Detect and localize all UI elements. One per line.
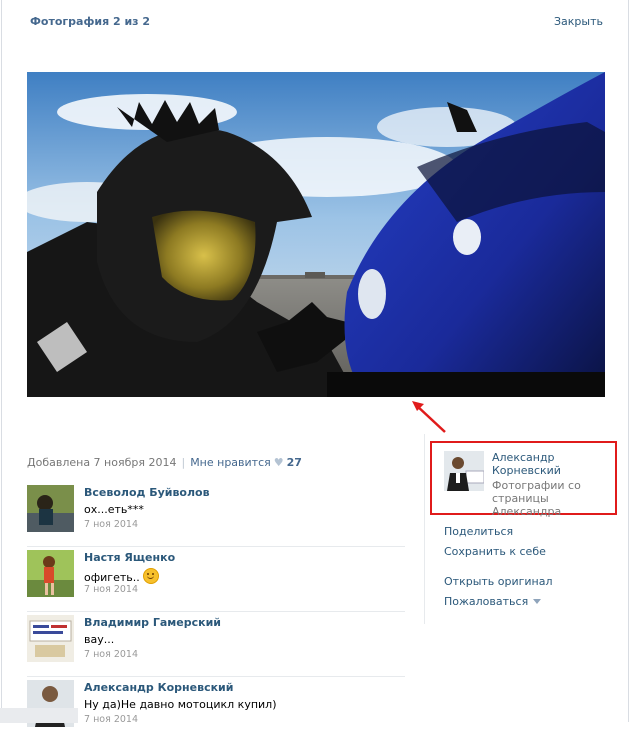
- comment-author[interactable]: Всеволод Буйволов: [84, 486, 210, 499]
- report-link[interactable]: Пожаловаться: [444, 595, 553, 615]
- share-link[interactable]: Поделиться: [444, 525, 553, 545]
- comments-list: Всеволод Буйволов ох...еть*** 7 ноя 2014…: [27, 482, 405, 741]
- comment-author[interactable]: Настя Ященко: [84, 551, 175, 564]
- comment-author[interactable]: Владимир Гамерский: [84, 616, 221, 629]
- like-count[interactable]: 27: [287, 456, 302, 469]
- save-to-self-link[interactable]: Сохранить к себе: [444, 545, 553, 565]
- comment-item: Владимир Гамерский вау... 7 ноя 2014: [27, 612, 405, 677]
- meta-separator: |: [181, 456, 186, 469]
- comment-item: Александр Корневский Ну да)Не давно мото…: [27, 677, 405, 741]
- comment-item: Всеволод Буйволов ох...еть*** 7 ноя 2014: [27, 482, 405, 547]
- bottom-corner-strip: [0, 708, 78, 723]
- column-divider: [424, 434, 425, 624]
- avatar[interactable]: [27, 550, 74, 597]
- open-original-link[interactable]: Открыть оригинал: [444, 575, 553, 595]
- main-photo[interactable]: [27, 72, 605, 397]
- comment-item: Настя Ященко офигеть.. 7 ноя 2014: [27, 547, 405, 612]
- photo-counter-title: Фотография 2 из 2: [30, 15, 151, 28]
- owner-name-link[interactable]: Александр Корневский: [492, 451, 612, 477]
- comment-text: Ну да)Не давно мотоцикл купил): [84, 698, 277, 711]
- smile-emoji: [142, 568, 159, 584]
- added-date: Добавлена 7 ноября 2014: [27, 456, 177, 469]
- owner-avatar[interactable]: [444, 451, 484, 491]
- heart-icon[interactable]: ♥: [274, 456, 284, 469]
- comment-date[interactable]: 7 ноя 2014: [84, 519, 138, 530]
- photo-image: [27, 72, 605, 397]
- like-link[interactable]: Мне нравится: [190, 456, 271, 469]
- comment-text: ох...еть***: [84, 503, 144, 516]
- close-link[interactable]: Закрыть: [554, 15, 603, 28]
- comment-date[interactable]: 7 ноя 2014: [84, 584, 138, 595]
- owner-highlight-box: Александр Корневский Фотографии со стран…: [430, 441, 617, 518]
- chevron-down-icon[interactable]: [533, 599, 542, 604]
- avatar[interactable]: [27, 485, 74, 532]
- comment-text: вау...: [84, 633, 115, 646]
- comment-text-content: офигеть..: [84, 571, 140, 584]
- comment-text: офигеть..: [84, 568, 159, 584]
- comment-date[interactable]: 7 ноя 2014: [84, 714, 138, 725]
- owner-source-text: Фотографии со страницы Александра: [492, 479, 581, 518]
- comment-author[interactable]: Александр Корневский: [84, 681, 233, 694]
- comment-date[interactable]: 7 ноя 2014: [84, 649, 138, 660]
- photo-actions: Поделиться Сохранить к себе Открыть ориг…: [444, 525, 553, 615]
- report-label[interactable]: Пожаловаться: [444, 595, 528, 608]
- avatar[interactable]: [27, 615, 74, 662]
- photo-meta: Добавлена 7 ноября 2014 | Мне нравится ♥ 27: [27, 456, 302, 469]
